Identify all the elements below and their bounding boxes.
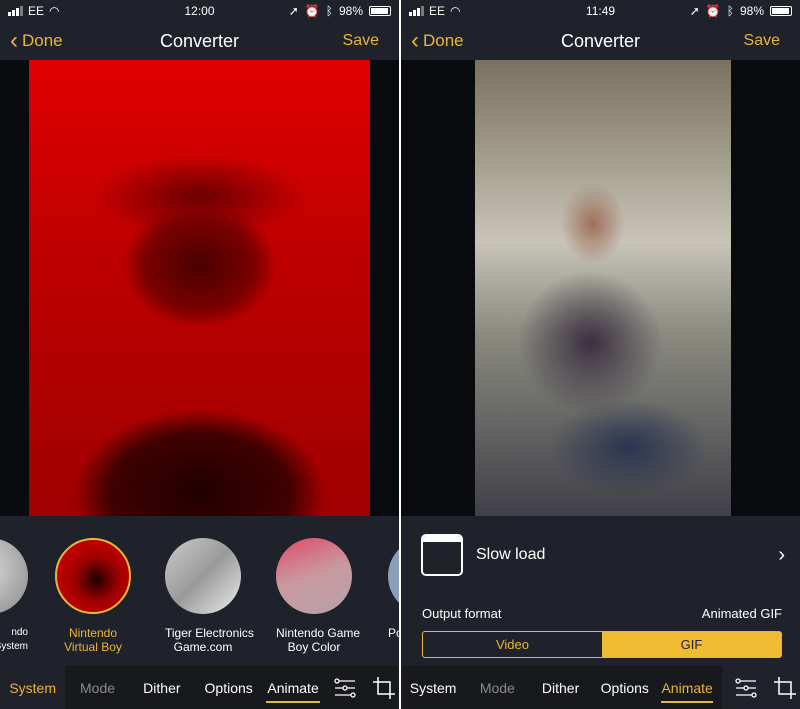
- status-bar: EE ◠ 11:49 ➚ ⏰ ᛒ 98%: [401, 0, 800, 22]
- tab-mode[interactable]: Mode: [65, 666, 129, 709]
- system-label: Nintendo Game Boy Color: [276, 626, 361, 654]
- tab-system[interactable]: System: [401, 666, 465, 709]
- segment-gif[interactable]: GIF: [602, 632, 781, 657]
- save-button[interactable]: Save: [343, 32, 379, 50]
- sliders-icon: [735, 677, 758, 698]
- folder-icon: [421, 534, 463, 576]
- system-thumbnail: [388, 538, 399, 614]
- output-format-value: Animated GIF: [701, 606, 782, 621]
- system-thumbnail: [276, 538, 352, 614]
- system-option[interactable]: ndo System: [0, 538, 28, 654]
- chevron-left-icon: ‹: [411, 27, 419, 54]
- signal-icon: [409, 6, 424, 16]
- system-label: ndo System: [0, 627, 28, 652]
- location-icon: ➚: [288, 4, 299, 18]
- nav-bar: ‹ Done Converter Save: [0, 22, 399, 60]
- signal-icon: [8, 6, 23, 16]
- wifi-icon: ◠: [450, 4, 461, 18]
- tab-animate[interactable]: Animate: [266, 666, 321, 709]
- tab-options[interactable]: Options: [194, 666, 263, 709]
- battery-icon: [770, 6, 792, 16]
- battery-icon: [369, 6, 391, 16]
- system-option[interactable]: Tiger Electronics Game.com: [165, 538, 254, 654]
- done-label: Done: [423, 31, 464, 50]
- chevron-right-icon: ›: [778, 543, 785, 566]
- system-thumbnail: [55, 538, 131, 614]
- image-preview: [401, 60, 800, 516]
- tab-dither[interactable]: Dither: [529, 666, 591, 709]
- system-option[interactable]: Nintendo Game Boy Color: [276, 538, 361, 654]
- tab-system[interactable]: System: [0, 666, 66, 709]
- system-option-selected[interactable]: Nintendo Virtual Boy: [55, 538, 131, 654]
- sliders-icon: [333, 677, 356, 698]
- tab-dither[interactable]: Dither: [130, 666, 194, 709]
- nav-bar: ‹ Done Converter Save: [401, 22, 800, 60]
- image-preview: [0, 60, 399, 516]
- wifi-icon: ◠: [49, 4, 60, 18]
- phone-screen-left: EE ◠ 12:00 ➚ ⏰ ᛒ 98% ‹ Done Converter Save nd…: [0, 0, 399, 709]
- system-label: Po: [388, 626, 399, 640]
- tab-bar: System Mode Dither Options Animate: [401, 666, 800, 709]
- animation-style-row[interactable]: Slow load ›: [421, 533, 785, 577]
- converted-image: [475, 60, 731, 516]
- bluetooth-icon: ᛒ: [325, 4, 333, 18]
- alarm-icon: ⏰: [705, 4, 721, 18]
- animation-style-label: Slow load: [476, 546, 546, 563]
- crop-button[interactable]: [369, 666, 399, 709]
- adjustments-button[interactable]: [722, 666, 771, 709]
- tab-mode[interactable]: Mode: [465, 666, 529, 709]
- adjustments-button[interactable]: [320, 666, 370, 709]
- tab-animate[interactable]: Animate: [660, 666, 714, 709]
- system-thumbnail: [0, 538, 28, 614]
- battery-percent: 98%: [338, 4, 363, 18]
- system-option[interactable]: Po: [388, 538, 399, 640]
- crop-icon: [774, 676, 797, 699]
- bluetooth-icon: ᛒ: [726, 4, 734, 18]
- alarm-icon: ⏰: [304, 4, 320, 18]
- system-carousel[interactable]: ndo System Nintendo Virtual Boy Tiger El…: [0, 516, 399, 666]
- converted-image: [29, 60, 370, 516]
- done-label: Done: [22, 31, 63, 50]
- save-button[interactable]: Save: [744, 32, 780, 50]
- output-format-label: Output format: [422, 606, 502, 621]
- system-label: Nintendo Virtual Boy: [64, 626, 122, 654]
- status-bar: EE ◠ 12:00 ➚ ⏰ ᛒ 98%: [0, 0, 399, 22]
- tab-options[interactable]: Options: [592, 666, 658, 709]
- location-icon: ➚: [689, 4, 700, 18]
- output-format: Output format Animated GIF: [422, 606, 782, 621]
- crop-icon: [373, 676, 396, 699]
- battery-percent: 98%: [739, 4, 764, 18]
- system-label: Tiger Electronics Game.com: [165, 626, 254, 654]
- output-format-segmented-control: Video GIF: [422, 631, 782, 658]
- done-button[interactable]: ‹ Done: [10, 29, 63, 53]
- chevron-left-icon: ‹: [10, 27, 18, 54]
- carrier: EE: [429, 4, 446, 18]
- phone-screen-right: EE ◠ 11:49 ➚ ⏰ ᛒ 98% ‹ Done Converter Save Sl…: [401, 0, 800, 709]
- crop-button[interactable]: [770, 666, 800, 709]
- system-thumbnail: [165, 538, 241, 614]
- done-button[interactable]: ‹ Done: [411, 29, 464, 53]
- segment-video[interactable]: Video: [423, 632, 602, 657]
- tab-bar: System Mode Dither Options Animate: [0, 666, 399, 709]
- carrier: EE: [28, 4, 45, 18]
